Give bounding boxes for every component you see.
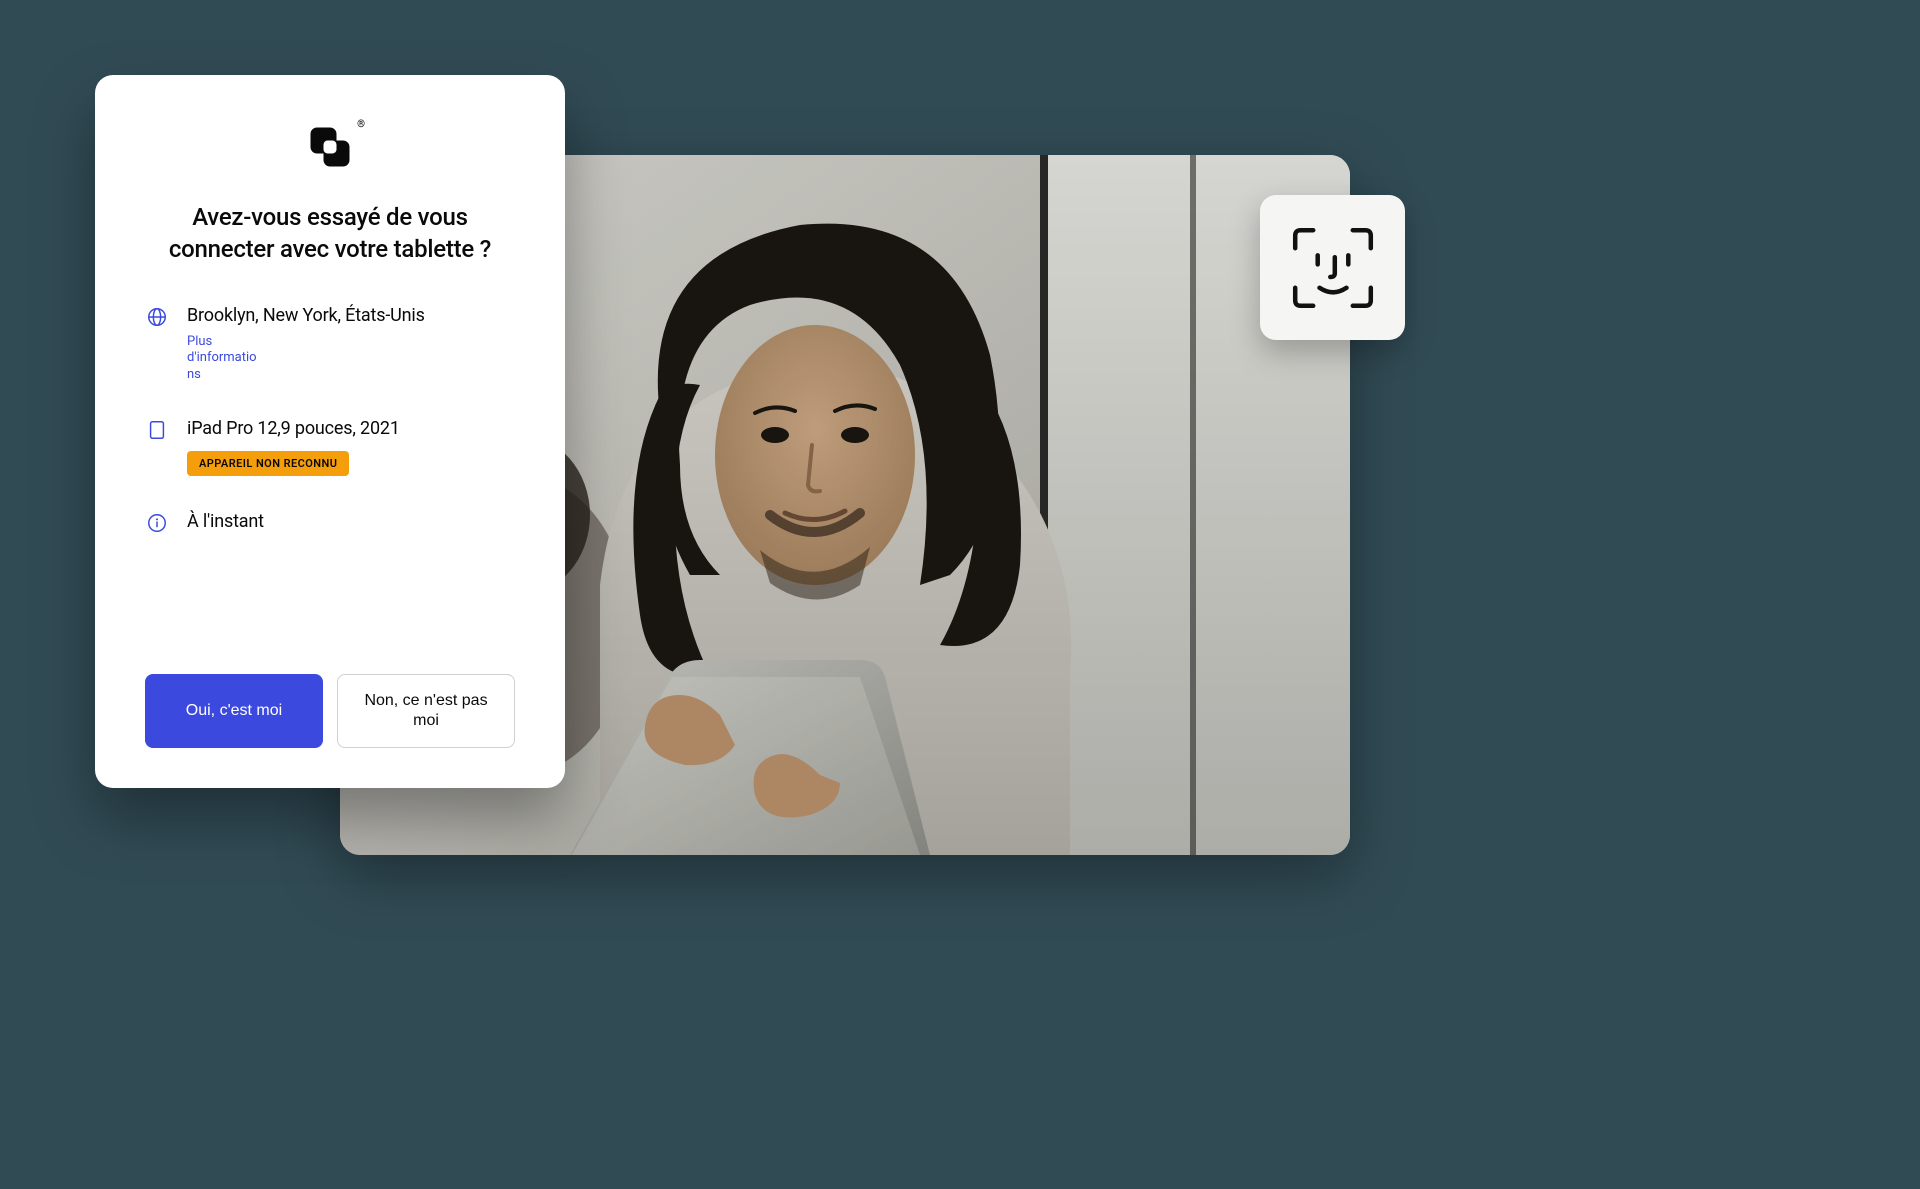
deny-button[interactable]: Non, ce n'est pas moi [337, 674, 515, 748]
action-buttons: Oui, c'est moi Non, ce n'est pas moi [145, 674, 515, 748]
registered-mark: ® [357, 119, 365, 130]
time-label: À l'instant [187, 510, 515, 534]
time-row: À l'instant [145, 510, 515, 534]
device-row: iPad Pro 12,9 pouces, 2021 APPAREIL NON … [145, 417, 515, 476]
location-row: Brooklyn, New York, États-Unis Plus d'in… [145, 304, 515, 383]
tablet-icon [146, 419, 168, 441]
info-icon [146, 512, 168, 534]
globe-icon [146, 306, 168, 328]
more-info-link[interactable]: Plus d'informations [187, 334, 257, 383]
faceid-card [1260, 195, 1405, 340]
location-label: Brooklyn, New York, États-Unis [187, 304, 515, 328]
brand-logo-icon [304, 121, 356, 173]
faceid-icon [1288, 223, 1378, 313]
prompt-heading: Avez-vous essayé de vous connecter avec … [145, 201, 515, 266]
logo: ® [145, 121, 515, 173]
device-label: iPad Pro 12,9 pouces, 2021 [187, 417, 515, 441]
device-unrecognized-badge: APPAREIL NON RECONNU [187, 451, 349, 476]
confirm-button[interactable]: Oui, c'est moi [145, 674, 323, 748]
login-verification-card: ® Avez-vous essayé de vous connecter ave… [95, 75, 565, 788]
